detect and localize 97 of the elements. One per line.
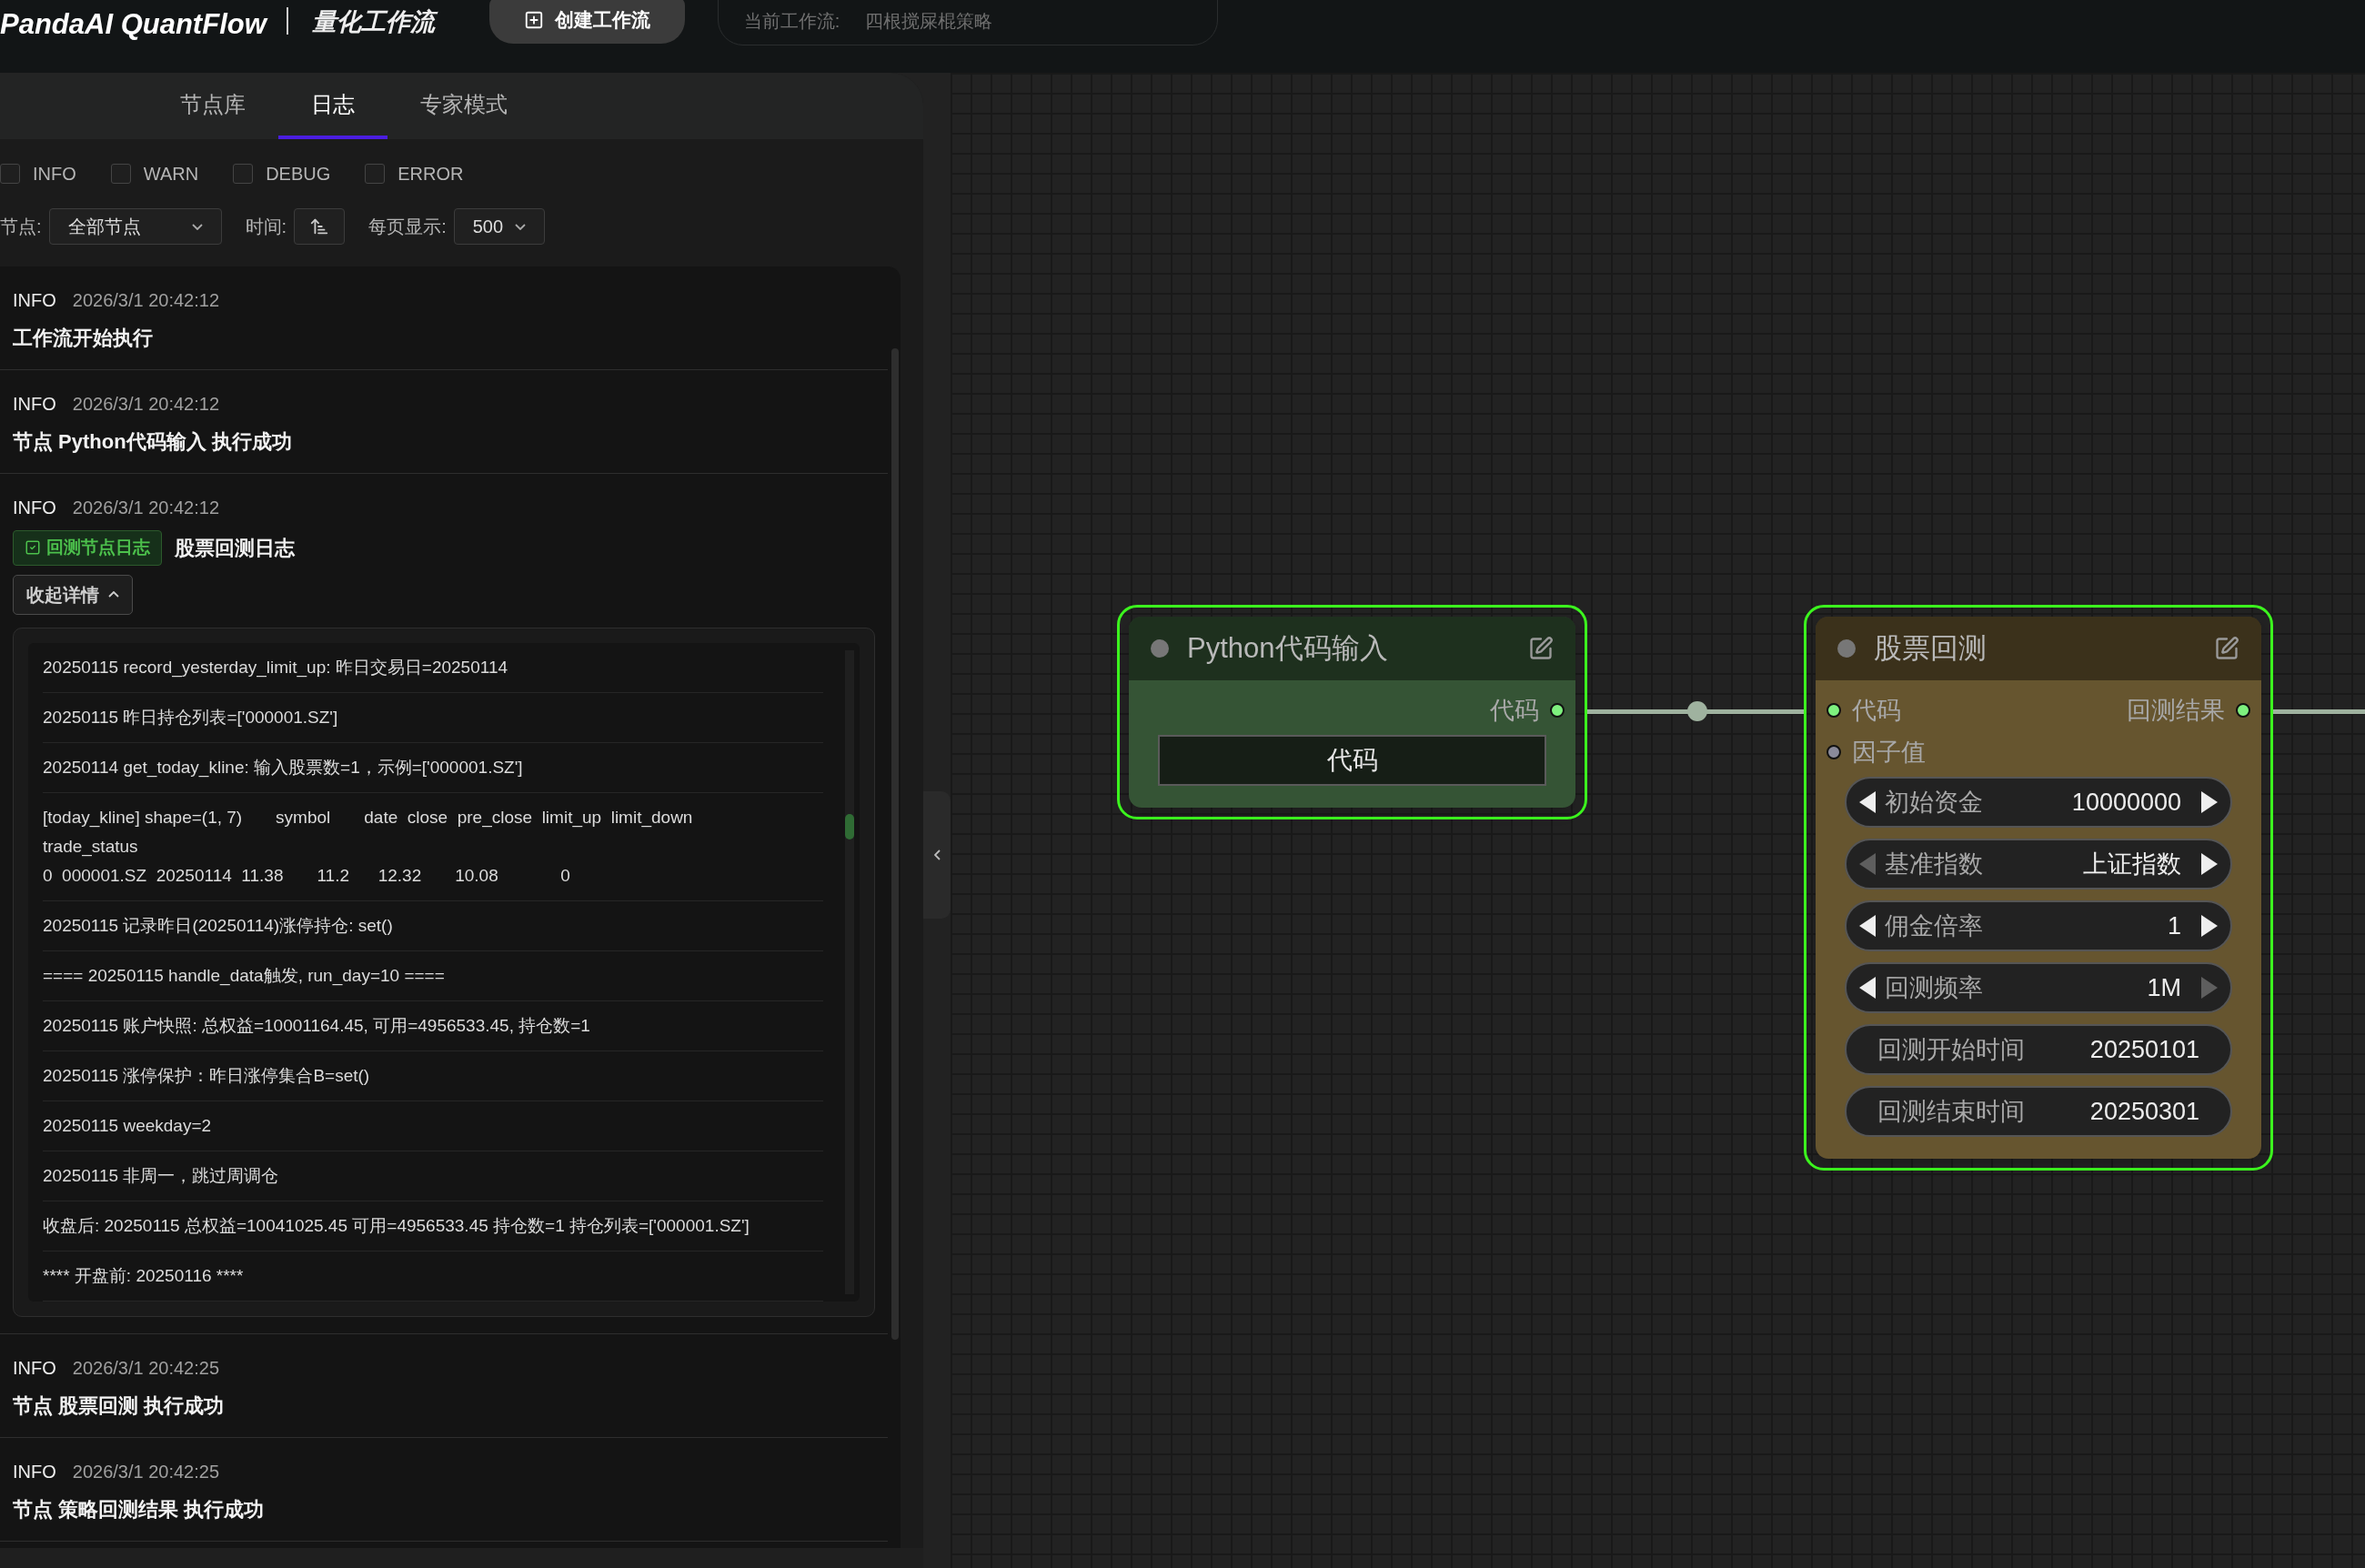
log-message: 股票回测日志 xyxy=(175,535,295,561)
detail-line: 20250115 昨日持仓列表=['000001.SZ'] xyxy=(43,692,823,743)
node-title: 股票回测 xyxy=(1874,630,1987,666)
log-tag: 回测节点日志 xyxy=(13,530,162,566)
checkbox[interactable] xyxy=(0,164,20,184)
stepper-field[interactable]: 佣金倍率 1 xyxy=(1845,900,2232,951)
text-field[interactable]: 回测结束时间 20250301 xyxy=(1845,1086,2232,1137)
log-level: INFO xyxy=(13,393,56,416)
collapse-details-button[interactable]: 收起详情 xyxy=(13,574,133,615)
chevron-left-icon xyxy=(933,849,941,860)
detail-line: 20250115 非周一，跳过周调仓 xyxy=(43,1151,823,1201)
node-select[interactable]: 全部节点 xyxy=(48,208,222,245)
field-value: 20250301 xyxy=(2089,1096,2199,1127)
collapse-panel-handle[interactable] xyxy=(923,791,951,919)
plus-square-icon xyxy=(523,10,544,30)
scrollbar-thumb[interactable] xyxy=(891,348,899,1340)
detail-line: [today_kline] shape=(1, 7) symbol date close pre_close limit_up limit_down trade_status 0 000001.SZ 20250114 11.38 11.2 12.32 10.08 0 xyxy=(43,792,823,901)
panel-tab[interactable]: 日志 xyxy=(277,73,387,139)
sort-button[interactable] xyxy=(294,208,346,245)
detail-line: 收盘后: 20250115 总权益=10041025.45 可用=4956533.45 持仓数=1 持仓列表=['000001.SZ'] xyxy=(43,1201,823,1251)
field-label: 回测频率 xyxy=(1885,972,1983,1003)
right-triangle-icon[interactable] xyxy=(2199,851,2219,877)
left-triangle-icon[interactable] xyxy=(1857,913,1877,939)
log-time: 2026/3/1 20:42:12 xyxy=(72,289,220,312)
stepper-field[interactable]: 初始资金 10000000 xyxy=(1845,777,2232,828)
port-label: 代码 xyxy=(1852,695,1901,726)
checkbox-label: DEBUG xyxy=(266,163,331,186)
wire-handle[interactable] xyxy=(1687,701,1707,721)
chevron-up-icon xyxy=(108,591,119,598)
log-level: INFO xyxy=(13,289,56,312)
log-time: 2026/3/1 20:42:25 xyxy=(72,1460,220,1483)
node-filter-label: 节点: xyxy=(0,216,42,238)
log-message: 节点 Python代码输入 执行成功 xyxy=(13,429,292,455)
checkbox-label: ERROR xyxy=(398,163,464,186)
right-triangle-icon[interactable] xyxy=(2199,789,2219,815)
current-workflow-name: 四根搅屎棍策略 xyxy=(865,10,993,33)
code-button[interactable]: 代码 xyxy=(1158,735,1546,786)
log-message: 工作流开始执行 xyxy=(13,326,153,351)
field-value: 1M xyxy=(2147,972,2181,1003)
panel-tab[interactable]: 专家模式 xyxy=(387,73,540,139)
field-label: 基准指数 xyxy=(1885,849,1983,879)
stepper-field[interactable]: 基准指数 上证指数 xyxy=(1845,839,2232,890)
log-time: 2026/3/1 20:42:12 xyxy=(72,497,220,519)
field-value: 20250101 xyxy=(2089,1034,2199,1065)
log-message: 节点 股票回测 执行成功 xyxy=(13,1392,225,1419)
field-label: 回测结束时间 xyxy=(1877,1096,2025,1127)
port-label: 代码 xyxy=(1490,695,1539,726)
field-label: 佣金倍率 xyxy=(1885,910,1983,941)
scrollbar-thumb[interactable] xyxy=(845,813,854,839)
checkbox-label: WARN xyxy=(143,163,199,186)
log-level: INFO xyxy=(13,497,56,519)
detail-line: 20250115 账户快照: 总权益=10001164.45, 可用=4956533.45, 持仓数=1 xyxy=(43,1000,823,1051)
text-field[interactable]: 回测开始时间 20250101 xyxy=(1845,1024,2232,1075)
panel-tab[interactable]: 节点库 xyxy=(146,73,278,139)
field-label: 回测开始时间 xyxy=(1877,1034,2025,1065)
log-time: 2026/3/1 20:42:12 xyxy=(72,393,220,416)
field-value: 上证指数 xyxy=(2083,849,2181,879)
node-card[interactable]: 股票回测 代码 回测结果 因子值 初始资金 10000000 基准指数 上证指数 佣金倍率 1 回测频率 1M 回测开始时间 20250101 回测结束时间 20250301 xyxy=(1816,617,2261,1159)
chevron-down-icon xyxy=(191,223,203,230)
chevron-down-icon xyxy=(514,223,526,230)
detail-line: 20250115 weekday=2 xyxy=(43,1101,823,1151)
node-card[interactable]: Python代码输入 代码 代码 xyxy=(1129,617,1575,808)
node-title: Python代码输入 xyxy=(1187,630,1388,666)
checkbox[interactable] xyxy=(233,164,254,184)
detail-line: 20250115 record_yesterday_limit_up: 昨日交易日=20250114 xyxy=(43,642,823,693)
log-message: 节点 策略回测结果 执行成功 xyxy=(13,1496,265,1523)
checkbox[interactable] xyxy=(365,164,386,184)
detail-line: ==== 20250115 handle_data触发, run_day=10 ==== xyxy=(43,950,823,1001)
sort-icon xyxy=(309,216,330,236)
time-sort-label: 时间: xyxy=(245,216,287,238)
current-workflow-label: 当前工作流: xyxy=(743,10,840,33)
detail-line: 20250115 涨停保护：昨日涨停集合B=set() xyxy=(43,1050,823,1101)
detail-line: 20250115 记录昨日(20250114)涨停持仓: set() xyxy=(43,900,823,951)
field-value: 1 xyxy=(2167,910,2181,941)
page-size-select[interactable]: 500 xyxy=(453,208,545,245)
stepper-field[interactable]: 回测频率 1M xyxy=(1845,962,2232,1013)
edit-icon[interactable] xyxy=(2214,636,2239,661)
field-label: 初始资金 xyxy=(1885,787,1983,818)
page-size-label: 每页显示: xyxy=(368,216,447,238)
port-label: 因子值 xyxy=(1852,737,1926,768)
log-level: INFO xyxy=(13,1460,56,1483)
detail-line: 20250114 get_today_kline: 输入股票数=1，示例=['000001.SZ'] xyxy=(43,742,823,793)
port-label: 回测结果 xyxy=(2127,695,2225,726)
right-triangle-icon[interactable] xyxy=(2199,913,2219,939)
check-icon xyxy=(25,539,41,557)
canvas-grid[interactable]: Python代码输入 代码 代码 股票回测 代码 回测结果 因子值 初始资金 10000000 基准指数 上证指数 佣金倍率 1 回测频率 1M 回测开始时间 20250101 回测结束时间 20250301 xyxy=(951,73,2365,1568)
left-triangle-icon[interactable] xyxy=(1857,789,1877,815)
field-value: 10000000 xyxy=(2071,787,2181,818)
log-time: 2026/3/1 20:42:25 xyxy=(72,1356,220,1380)
app-logo: PandaAI QuantFlow xyxy=(0,7,267,42)
log-level: INFO xyxy=(13,1356,56,1380)
edit-icon[interactable] xyxy=(1528,636,1554,661)
left-triangle-icon[interactable] xyxy=(1857,975,1877,1000)
detail-line: **** 开盘前: 20250116 **** xyxy=(43,1251,823,1302)
create-workflow-button[interactable]: 创建工作流 xyxy=(488,0,685,44)
checkbox-label: INFO xyxy=(33,163,76,186)
checkbox[interactable] xyxy=(110,164,131,184)
